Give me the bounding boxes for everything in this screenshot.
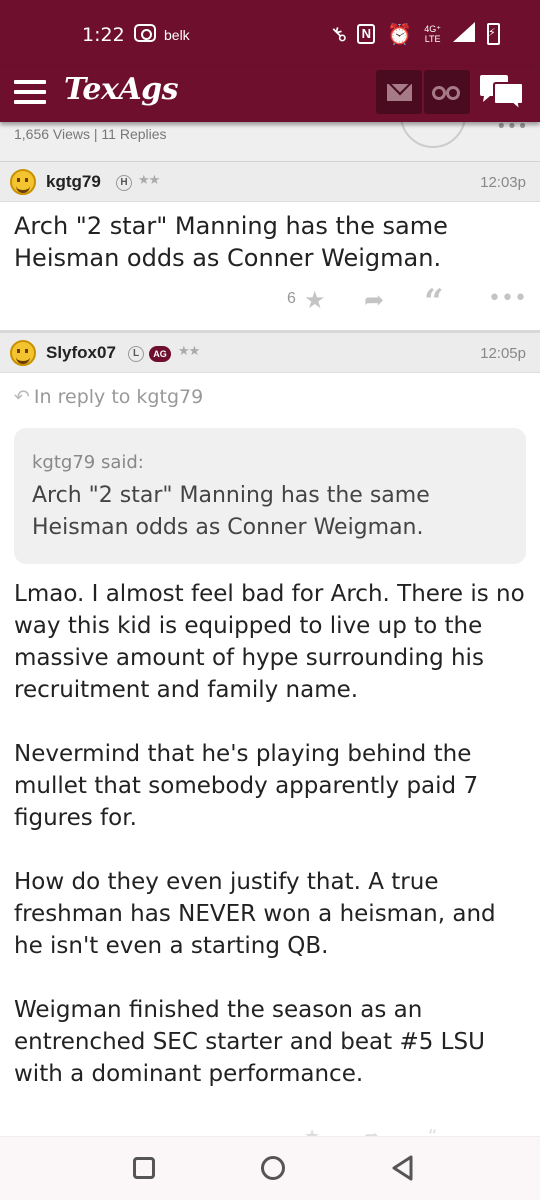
star-icon[interactable]: ★: [304, 1126, 320, 1136]
network-bottom: LTE: [424, 34, 441, 44]
post-actions-partial: ★ ➦ “: [0, 1126, 540, 1136]
thread-stats: 1,656 Views | 11 Replies: [14, 126, 167, 142]
battery-icon: [487, 23, 500, 45]
post-body: Lmao. I almost feel bad for Arch. There …: [14, 578, 530, 1122]
user-badge: L: [128, 346, 144, 362]
quote-icon[interactable]: “: [428, 1126, 437, 1136]
network-type: 4G⁺ LTE: [424, 24, 441, 44]
star-icon[interactable]: ★: [304, 286, 326, 314]
user-stars: ★★: [178, 344, 200, 359]
post-text: Arch "2 star" Manning has the same Heism…: [14, 212, 448, 272]
avatar[interactable]: [10, 169, 36, 195]
more-dots-icon[interactable]: •••: [496, 122, 528, 137]
reply-arrow-icon[interactable]: ➦: [364, 286, 384, 314]
chat-bubbles-icon[interactable]: [478, 74, 526, 118]
nfc-icon: N: [357, 24, 376, 44]
camera-notification-icon: [134, 24, 156, 42]
home-button[interactable]: [261, 1156, 285, 1180]
texags-logo[interactable]: TexAgs: [64, 72, 179, 107]
in-reply-to-link[interactable]: ↶ In reply to kgtg79: [14, 386, 203, 408]
post-paragraph: Lmao. I almost feel bad for Arch. There …: [14, 581, 525, 703]
status-bar: 1:22 belk ⚷ N ⏰ 4G⁺ LTE: [0, 0, 540, 66]
post-header: kgtg79 H ★★ 12:03p: [0, 162, 540, 202]
like-count: 6: [287, 290, 296, 307]
more-dots-icon[interactable]: •••: [488, 286, 527, 311]
post-username[interactable]: kgtg79: [46, 172, 101, 192]
key-icon: ⚷: [324, 20, 352, 48]
reply-arrow-icon[interactable]: ➦: [364, 1126, 379, 1136]
recent-apps-button[interactable]: [133, 1157, 155, 1179]
quote-author: kgtg79 said:: [32, 452, 144, 473]
messages-button[interactable]: [376, 70, 422, 114]
reply-arrow-icon: ↶: [14, 386, 30, 408]
quote-icon[interactable]: “: [424, 282, 444, 322]
post-time: 12:05p: [480, 345, 526, 362]
user-badge: H: [116, 175, 132, 191]
quote-text: Arch "2 star" Manning has the same Heism…: [32, 483, 430, 540]
alarm-icon: ⏰: [387, 22, 413, 46]
post-header: Slyfox07 L AG ★★ 12:05p: [0, 333, 540, 373]
app-header: TexAgs: [0, 66, 540, 122]
post-username[interactable]: Slyfox07: [46, 343, 116, 363]
network-top: 4G⁺: [424, 24, 441, 34]
status-time: 1:22: [82, 24, 125, 46]
back-button[interactable]: [390, 1154, 416, 1186]
post-paragraph: How do they even justify that. A true fr…: [14, 869, 496, 959]
carrier-label: belk: [164, 27, 190, 43]
watch-list-button[interactable]: [424, 70, 470, 114]
post-actions: 6 ★ ➦ “ •••: [0, 282, 540, 322]
thread-stats-bar: 1,656 Views | 11 Replies •••: [0, 122, 540, 162]
signal-icon: [453, 22, 475, 46]
hamburger-icon[interactable]: [14, 80, 46, 106]
system-nav-bar: [0, 1136, 540, 1200]
thread-avatar: [400, 122, 466, 148]
ag-badge: AG: [149, 346, 171, 362]
avatar[interactable]: [10, 340, 36, 366]
quote-block: kgtg79 said: Arch "2 star" Manning has t…: [14, 428, 526, 564]
post-body: Arch "2 star" Manning has the same Heism…: [14, 210, 530, 274]
post-time: 12:03p: [480, 174, 526, 191]
in-reply-to-text: In reply to kgtg79: [33, 386, 204, 408]
post-paragraph: Nevermind that he's playing behind the m…: [14, 741, 479, 831]
envelope-icon: [387, 84, 412, 101]
user-stars: ★★: [138, 173, 160, 188]
status-icons: ⚷ N ⏰ 4G⁺ LTE: [324, 20, 500, 48]
post-paragraph: Weigman finished the season as an entren…: [14, 997, 485, 1087]
